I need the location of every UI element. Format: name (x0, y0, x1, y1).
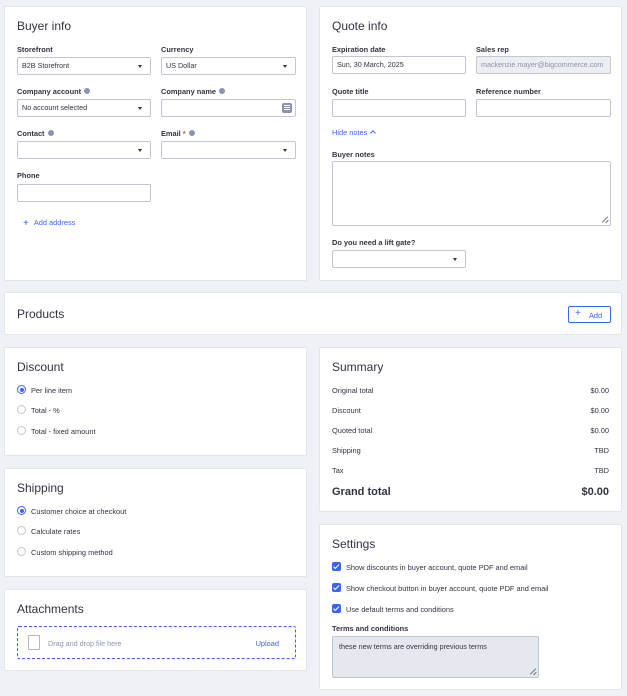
checkbox-label: Use default terms and conditions (346, 605, 454, 614)
products-card: Products + Add (4, 292, 622, 335)
storefront-select[interactable]: B2B Storefront (17, 57, 151, 75)
summary-title: Summary (332, 360, 384, 374)
chevron-down-icon (138, 149, 142, 152)
file-drop-zone[interactable]: Drag and drop file here Upload (17, 626, 296, 659)
plus-icon: + (575, 308, 581, 319)
buyer-notes-textarea[interactable] (332, 161, 611, 226)
attachments-title: Attachments (17, 602, 84, 616)
discount-total-fixed-radio[interactable] (17, 426, 26, 435)
attachments-card: Attachments Drag and drop file here Uplo… (4, 589, 307, 671)
discount-option-label: Total - fixed amount (31, 427, 96, 436)
plus-icon: + (23, 218, 29, 229)
checkbox-label: Show discounts in buyer account, quote P… (346, 563, 528, 572)
currency-select[interactable]: US Dollar (161, 57, 296, 75)
required-mark: * (182, 129, 186, 138)
phone-input[interactable] (17, 184, 151, 202)
info-icon[interactable] (84, 88, 91, 95)
use-default-terms-checkbox[interactable] (332, 604, 341, 613)
info-icon[interactable] (188, 130, 195, 137)
company-name-input[interactable] (161, 99, 296, 117)
terms-textarea[interactable]: these new terms are overriding previous … (332, 636, 539, 678)
hide-notes-link[interactable]: Hide notes (332, 128, 377, 137)
keyboard-icon[interactable] (282, 103, 292, 113)
upload-link[interactable]: Upload (256, 639, 279, 648)
email-label: Email * (161, 129, 195, 138)
reference-number-label: Reference number (476, 87, 541, 96)
quote-title-label: Quote title (332, 87, 369, 96)
sales-rep-field: mackenzie.mayer@bigcommerce.com (476, 56, 611, 74)
phone-label: Phone (17, 171, 40, 180)
discount-card: Discount Per line item Total - % Total -… (4, 347, 307, 456)
chevron-down-icon (453, 258, 457, 261)
company-account-label: Company account (17, 87, 91, 96)
lift-gate-select[interactable] (332, 250, 466, 268)
chevron-down-icon (283, 65, 287, 68)
expiration-label: Expiration date (332, 45, 386, 54)
quote-info-card: Quote info Expiration date Sun, 30 March… (319, 6, 622, 281)
summary-row-quoted-total: Quoted total $0.00 (332, 426, 609, 435)
show-checkout-button-checkbox[interactable] (332, 583, 341, 592)
add-product-button[interactable]: + Add (568, 306, 611, 323)
settings-card: Settings Show discounts in buyer account… (319, 524, 622, 690)
checkbox-label: Show checkout button in buyer account, q… (346, 584, 549, 593)
resize-handle-icon[interactable] (601, 216, 608, 223)
grand-total-row: Grand total $0.00 (332, 486, 609, 498)
resize-handle-icon[interactable] (529, 668, 536, 675)
chevron-down-icon (283, 149, 287, 152)
chevron-down-icon (138, 65, 142, 68)
chevron-down-icon (138, 107, 142, 110)
discount-option-label: Per line item (31, 386, 73, 395)
lift-gate-label: Do you need a lift gate? (332, 238, 416, 247)
shipping-card: Shipping Customer choice at checkout Cal… (4, 468, 307, 577)
products-title: Products (17, 307, 65, 321)
file-icon (28, 635, 40, 650)
drop-zone-text: Drag and drop file here (48, 639, 122, 648)
contact-select[interactable] (17, 141, 151, 159)
company-account-select[interactable]: No account selected (17, 99, 151, 117)
reference-number-input[interactable] (476, 99, 611, 117)
discount-total-percent-radio[interactable] (17, 405, 26, 414)
contact-label: Contact (17, 129, 54, 138)
info-icon[interactable] (219, 88, 226, 95)
discount-per-line-radio[interactable] (17, 385, 26, 394)
company-name-label: Company name (161, 87, 226, 96)
sales-rep-label: Sales rep (476, 45, 509, 54)
email-select[interactable] (161, 141, 296, 159)
discount-title: Discount (17, 360, 64, 374)
shipping-calculate-rates-radio[interactable] (17, 526, 26, 535)
shipping-customer-choice-radio[interactable] (17, 506, 26, 515)
shipping-option-label: Calculate rates (31, 527, 81, 536)
shipping-custom-method-radio[interactable] (17, 547, 26, 556)
terms-label: Terms and conditions (332, 624, 409, 633)
quote-title-input[interactable] (332, 99, 466, 117)
summary-row-discount: Discount $0.00 (332, 406, 609, 415)
summary-row-original-total: Original total $0.00 (332, 386, 609, 395)
chevron-up-icon (370, 130, 377, 136)
shipping-title: Shipping (17, 481, 64, 495)
quote-info-title: Quote info (332, 19, 388, 33)
add-address-link[interactable]: + Add address (23, 217, 75, 229)
info-icon[interactable] (47, 130, 54, 137)
buyer-info-title: Buyer info (17, 19, 72, 33)
summary-row-tax: Tax TBD (332, 466, 609, 475)
storefront-label: Storefront (17, 45, 53, 54)
summary-row-shipping: Shipping TBD (332, 446, 609, 455)
buyer-info-card: Buyer info Storefront B2B Storefront Cur… (4, 6, 307, 281)
settings-title: Settings (332, 537, 376, 551)
summary-card: Summary Original total $0.00 Discount $0.0… (319, 347, 622, 512)
discount-option-label: Total - % (31, 406, 60, 415)
buyer-notes-label: Buyer notes (332, 150, 375, 159)
show-discounts-checkbox[interactable] (332, 562, 341, 571)
shipping-option-label: Custom shipping method (31, 548, 113, 557)
currency-label: Currency (161, 45, 194, 54)
shipping-option-label: Customer choice at checkout (31, 507, 127, 516)
expiration-date-input[interactable]: Sun, 30 March, 2025 (332, 56, 466, 74)
